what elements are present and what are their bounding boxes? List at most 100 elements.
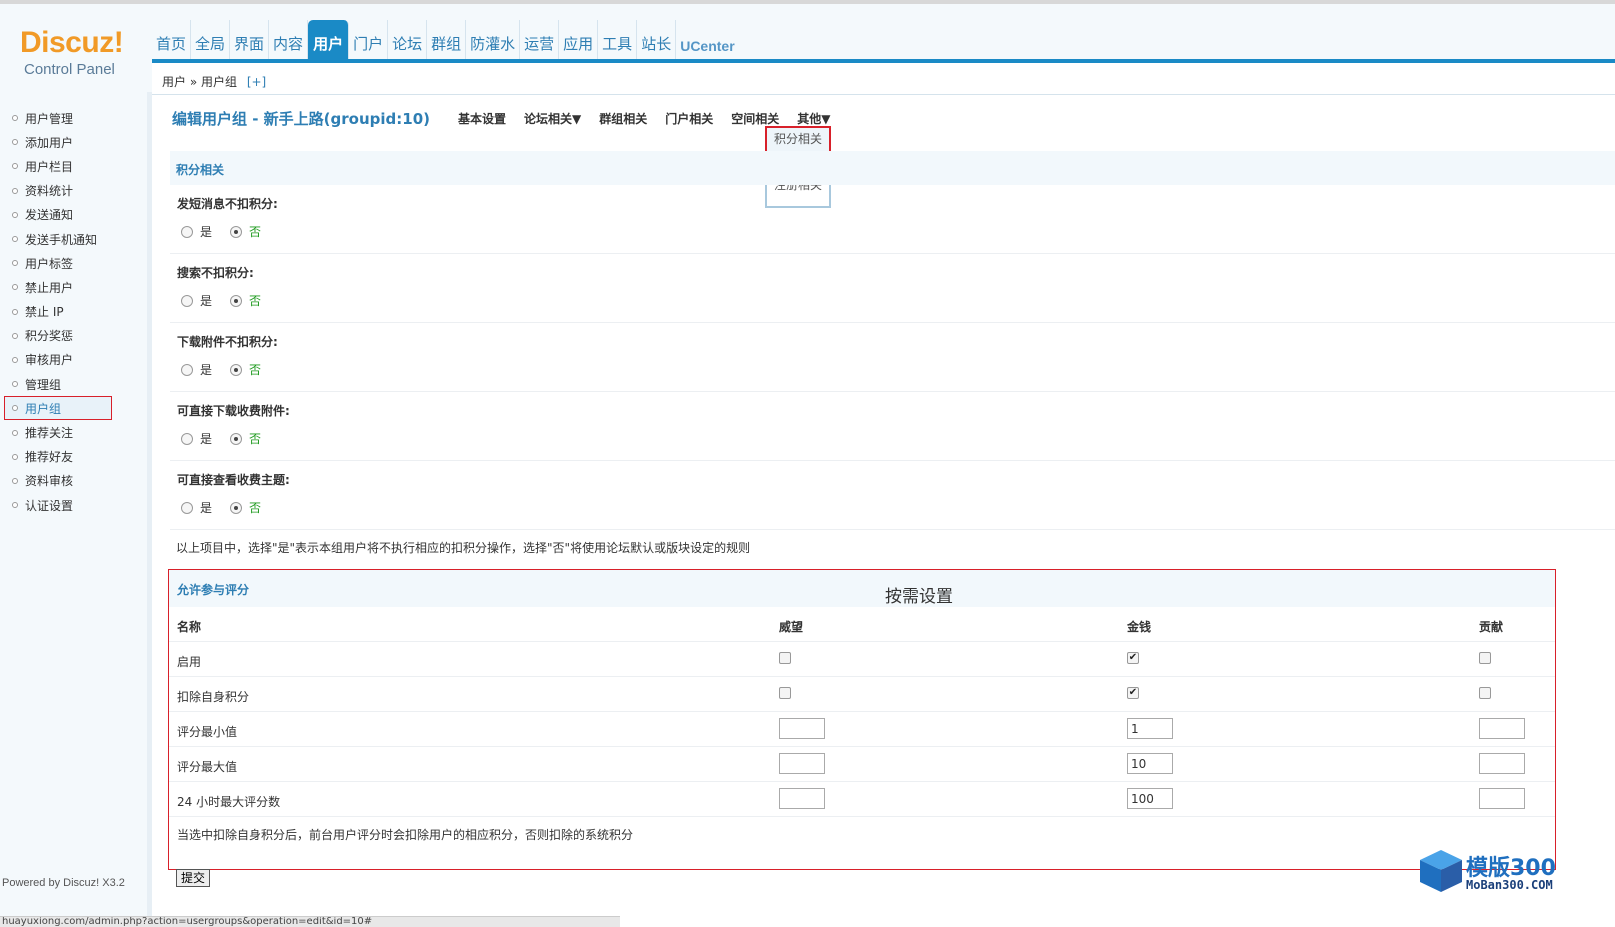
radio-yes[interactable]	[181, 294, 193, 307]
table-row: 启用 ✔	[169, 642, 1555, 677]
powered-by: Powered by Discuz! X3.2	[2, 877, 125, 889]
sidebar-item[interactable]: 推荐关注	[0, 420, 147, 444]
radio-no[interactable]	[230, 432, 243, 445]
value-input[interactable]	[779, 788, 825, 809]
bullet-icon	[12, 356, 18, 363]
radio-label-yes[interactable]: 是	[200, 499, 212, 516]
sub-tab[interactable]: 其他▼	[797, 110, 830, 127]
sidebar-item[interactable]: 发送通知	[0, 203, 147, 227]
topnav-item-4[interactable]: 用户	[308, 20, 350, 62]
sidebar-item[interactable]: 管理组	[0, 372, 147, 396]
sidebar-item[interactable]: 用户标签	[0, 251, 147, 275]
sidebar-item-label: 禁止 IP	[25, 305, 64, 320]
dropdown-item[interactable]: 积分相关	[765, 126, 831, 153]
checkbox[interactable]	[1479, 652, 1491, 664]
rating-panel: 允许参与评分 按需设置 名称 威望 金钱 贡献启用 ✔ 扣除自身积分 ✔ 评分最小值评分最大值…	[168, 569, 1556, 870]
bullet-icon	[12, 115, 18, 122]
value-input[interactable]	[779, 718, 825, 739]
sidebar-item[interactable]: 发送手机通知	[0, 227, 147, 251]
setting-row: 下载附件不扣积分: 是否	[170, 323, 1615, 392]
sidebar-item-label: 积分奖惩	[25, 329, 74, 344]
submit-button[interactable]: 提交	[176, 869, 211, 887]
value-input[interactable]	[1479, 753, 1525, 774]
bullet-icon	[12, 381, 18, 388]
radio-label-yes[interactable]: 是	[200, 430, 212, 447]
sub-tab[interactable]: 基本设置	[458, 110, 506, 127]
radio-no[interactable]	[230, 363, 243, 376]
radio-label-no[interactable]: 否	[249, 361, 261, 378]
radio-yes[interactable]	[181, 363, 193, 376]
radio-label-yes[interactable]: 是	[200, 361, 212, 378]
topnav-item-8[interactable]: 防灌水	[466, 20, 521, 62]
setting-row: 发短消息不扣积分: 是否	[170, 185, 1615, 254]
topnav-item-ucenter[interactable]: UCenter	[676, 20, 738, 62]
table-row: 评分最大值	[169, 747, 1555, 782]
bullet-icon	[12, 429, 18, 436]
watermark: 模版300 MoBan300.COM	[1418, 848, 1608, 896]
topnav-item-2[interactable]: 界面	[230, 20, 270, 62]
sub-tab[interactable]: 空间相关	[731, 110, 779, 127]
checkbox[interactable]: ✔	[1127, 652, 1139, 664]
sidebar-item[interactable]: 推荐好友	[0, 445, 147, 469]
checkbox[interactable]	[779, 687, 791, 699]
topnav-item-3[interactable]: 内容	[269, 20, 309, 62]
topnav-item-10[interactable]: 应用	[559, 20, 599, 62]
sidebar-item[interactable]: 用户组	[4, 396, 112, 421]
radio-group: 是否	[181, 361, 279, 378]
sidebar-item[interactable]: 积分奖惩	[0, 324, 147, 348]
radio-label-no[interactable]: 否	[249, 430, 261, 447]
sidebar-item[interactable]: 审核用户	[0, 348, 147, 372]
sidebar-item-label: 发送通知	[25, 208, 74, 223]
sidebar-item[interactable]: 用户管理	[0, 106, 147, 130]
sidebar-item[interactable]: 禁止用户	[0, 275, 147, 299]
sidebar-item-label: 用户标签	[25, 256, 74, 271]
row-label: 启用	[177, 655, 202, 669]
radio-yes[interactable]	[181, 432, 193, 445]
bullet-icon	[12, 502, 18, 509]
checkbox[interactable]	[779, 652, 791, 664]
row-label: 24 小时最大评分数	[177, 795, 281, 809]
sidebar: 用户管理 添加用户 用户栏目 资料统计发送通知发送手机通知用户标签禁止用户禁止 IP 积…	[0, 92, 152, 927]
topnav-item-5[interactable]: 门户	[349, 20, 389, 62]
topnav-item-1[interactable]: 全局	[191, 20, 231, 62]
radio-label-no[interactable]: 否	[249, 499, 261, 516]
value-input[interactable]	[1479, 788, 1525, 809]
sidebar-item[interactable]: 资料统计	[0, 179, 147, 203]
checkbox[interactable]	[1479, 687, 1491, 699]
table-row: 评分最小值	[169, 712, 1555, 747]
sidebar-item[interactable]: 资料审核	[0, 469, 147, 493]
topnav-item-0[interactable]: 首页	[152, 20, 192, 62]
column-header: 名称	[177, 620, 202, 634]
radio-no[interactable]	[230, 501, 243, 514]
topnav-item-7[interactable]: 群组	[427, 20, 467, 62]
radio-label-no[interactable]: 否	[249, 223, 261, 240]
radio-yes[interactable]	[181, 501, 193, 514]
sidebar-item[interactable]: 添加用户	[0, 130, 147, 154]
topnav-item-9[interactable]: 运营	[520, 20, 560, 62]
main-content: 编辑用户组 - 新手上路(groupid:10) 基本设置 论坛相关▼ 群组相关 门户…	[160, 92, 1615, 927]
logo[interactable]: Discuz! Control Panel	[0, 8, 152, 96]
sub-tab[interactable]: 论坛相关▼	[524, 110, 581, 127]
sidebar-item[interactable]: 用户栏目	[0, 154, 147, 178]
breadcrumb-add-link[interactable]: [+]	[247, 75, 266, 89]
value-input[interactable]	[1127, 753, 1173, 774]
topnav-item-12[interactable]: 站长	[637, 20, 677, 62]
value-input[interactable]	[1479, 718, 1525, 739]
sidebar-item[interactable]: 禁止 IP	[0, 300, 147, 324]
radio-yes[interactable]	[181, 225, 193, 238]
sub-tab[interactable]: 门户相关	[665, 110, 713, 127]
value-input[interactable]	[779, 753, 825, 774]
radio-label-no[interactable]: 否	[249, 292, 261, 309]
radio-label-yes[interactable]: 是	[200, 223, 212, 240]
checkbox[interactable]: ✔	[1127, 687, 1139, 699]
table-row: 扣除自身积分 ✔	[169, 677, 1555, 712]
sub-tab[interactable]: 群组相关	[599, 110, 647, 127]
value-input[interactable]	[1127, 788, 1173, 809]
radio-no[interactable]	[230, 225, 243, 238]
sidebar-item[interactable]: 认证设置	[0, 493, 147, 517]
topnav-item-11[interactable]: 工具	[598, 20, 638, 62]
value-input[interactable]	[1127, 718, 1173, 739]
radio-no[interactable]	[230, 294, 243, 307]
topnav-item-6[interactable]: 论坛	[388, 20, 428, 62]
radio-label-yes[interactable]: 是	[200, 292, 212, 309]
